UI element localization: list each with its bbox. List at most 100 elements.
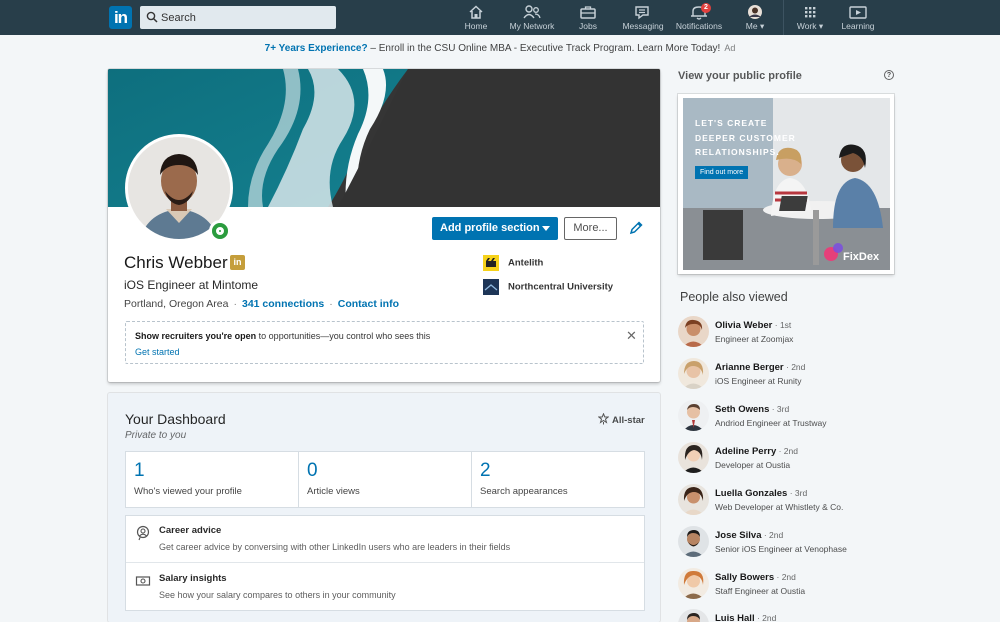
nav-notifications[interactable]: 2 Notifications [673, 3, 725, 32]
stat-value: 0 [307, 460, 318, 481]
nav-label: Me [745, 21, 758, 31]
dashboard-title: Your Dashboard [125, 411, 226, 427]
close-icon[interactable]: ✕ [626, 328, 637, 344]
nav-learning[interactable]: Learning [840, 4, 876, 32]
profile-name: Chris Webber [124, 253, 228, 272]
ad-cta-button[interactable]: Find out more [695, 166, 749, 179]
connection-degree: · 2nd [754, 613, 777, 622]
nav-divider [783, 0, 784, 35]
ad-line: DEEPER CUSTOMER [695, 132, 796, 143]
sponsored-link[interactable]: 7+ Years Experience? [265, 43, 368, 54]
search-box[interactable] [140, 6, 336, 29]
stat-article-views[interactable]: 0 Article views [299, 452, 472, 507]
help-icon[interactable]: ? [884, 70, 894, 80]
nav-label: Notifications [675, 21, 723, 31]
ad-tag: Ad [724, 43, 736, 53]
people-title: Web Developer at Whistlety & Co. [715, 502, 844, 512]
view-public-profile-link[interactable]: View your public profile [678, 70, 802, 82]
dashboard-subtitle: Private to you [125, 430, 187, 441]
people-name: Sally Bowers [715, 572, 775, 583]
contact-info-link[interactable]: Contact info [338, 298, 399, 310]
people-title: Staff Engineer at Oustia [715, 586, 806, 596]
nav-label: Home [464, 21, 488, 31]
nav-work-label: Work ▾ [796, 21, 824, 31]
people-name: Adeline Perry [715, 446, 777, 457]
career-advice-row[interactable]: Career advice Get career advice by conve… [126, 516, 644, 563]
learning-icon [849, 6, 867, 19]
salary-insights-row[interactable]: Salary insights See how your salary comp… [126, 564, 644, 611]
nav-label: Messaging [622, 21, 664, 31]
grid-icon [805, 7, 816, 18]
salary-insights-desc: See how your salary compares to others i… [159, 590, 396, 600]
avatar [678, 568, 709, 599]
more-button[interactable]: More... [564, 217, 617, 240]
people-item[interactable]: Jose Silva · 2nd Senior iOS Engineer at … [678, 526, 908, 562]
ad-headline: LET'S CREATE DEEPER CUSTOMER RELATIONSHIPS… [695, 116, 796, 160]
nav-home[interactable]: Home [462, 4, 490, 32]
ad-line: RELATIONSHIPS. [695, 147, 780, 157]
people-name-line: Olivia Weber · 1st [715, 320, 791, 331]
profile-card: Add profile section More... Chris Webber… [108, 69, 660, 382]
stat-search-appearances[interactable]: 2 Search appearances [472, 452, 644, 507]
linkedin-logo[interactable]: in [109, 6, 132, 29]
dashboard-tools: Career advice Get career advice by conve… [125, 515, 645, 611]
sidebar-ad-image: LET'S CREATE DEEPER CUSTOMER RELATIONSHIPS… [683, 98, 890, 270]
salary-icon [135, 576, 151, 586]
nav-me[interactable]: Me ▾ [742, 4, 768, 32]
connection-degree: · 2nd [774, 572, 796, 582]
stat-value: 1 [134, 460, 145, 481]
career-advice-icon [136, 525, 150, 541]
people-name-line: Luella Gonzales · 3rd [715, 488, 807, 499]
people-item[interactable]: Adeline Perry · 2nd Developer at Oustia [678, 442, 908, 478]
open-box-text: Show recruiters you're open to opportuni… [135, 331, 430, 341]
open-to-work-indicator [209, 220, 231, 242]
nav-me-label: Me ▾ [745, 21, 765, 31]
people-item[interactable]: Sally Bowers · 2nd Staff Engineer at Ous… [678, 568, 908, 604]
top-navigation-bar: in Home My Network Jobs Messaging 2 Noti… [0, 0, 1000, 35]
dashboard-stats: 1 Who's viewed your profile 0 Article vi… [125, 451, 645, 508]
ad-brand-name: FixDex [843, 251, 880, 263]
avatar [678, 400, 709, 431]
people-item[interactable]: Olivia Weber · 1st Engineer at Zoomjax [678, 316, 908, 352]
stat-profile-views[interactable]: 1 Who's viewed your profile [126, 452, 299, 507]
education-item[interactable]: Northcentral University [483, 279, 613, 295]
nav-work[interactable]: Work ▾ [795, 4, 825, 32]
ad-line: LET'S CREATE [695, 118, 768, 128]
connection-degree: · 1st [772, 320, 792, 330]
jobs-icon [580, 6, 596, 19]
antelith-logo [483, 255, 499, 271]
all-star-status[interactable]: All-star [597, 412, 645, 426]
people-name-line: Luis Hall · 2nd [715, 613, 776, 622]
people-name: Arianne Berger [715, 362, 784, 373]
notifications-icon [691, 6, 707, 20]
people-name: Seth Owens [715, 404, 770, 415]
caret-down-icon [542, 226, 550, 231]
people-item[interactable]: Luella Gonzales · 3rd Web Developer at W… [678, 484, 908, 520]
connections-link[interactable]: 341 connections [242, 298, 324, 310]
experience-item[interactable]: Antelith [483, 255, 543, 271]
avatar [678, 442, 709, 473]
avatar [678, 609, 709, 622]
network-icon [523, 5, 541, 19]
people-item[interactable]: Luis Hall · 2nd [678, 609, 908, 622]
nav-my-network[interactable]: My Network [506, 4, 558, 32]
nav-messaging[interactable]: Messaging [620, 4, 666, 32]
people-item[interactable]: Seth Owens · 3rd Andriod Engineer at Tru… [678, 400, 908, 436]
search-input[interactable] [161, 6, 331, 29]
connection-degree: · 3rd [769, 404, 790, 414]
profile-meta: Portland, Oregon Area · 341 connections · Co… [124, 298, 400, 310]
get-started-link[interactable]: Get started [135, 347, 180, 357]
profile-location: Portland, Oregon Area [124, 298, 229, 310]
sponsored-banner: 7+ Years Experience? – Enroll in the CSU… [0, 43, 1000, 54]
home-icon [469, 5, 483, 19]
nav-jobs[interactable]: Jobs [574, 4, 602, 32]
stat-label: Article views [307, 486, 360, 497]
people-item[interactable]: Arianne Berger · 2nd iOS Engineer at Run… [678, 358, 908, 394]
notification-badge: 2 [701, 3, 711, 13]
pencil-icon[interactable] [628, 220, 644, 236]
nav-label: Learning [841, 21, 875, 31]
people-title: iOS Engineer at Runity [715, 376, 802, 386]
add-profile-section-button[interactable]: Add profile section [432, 217, 558, 240]
sidebar-ad[interactable]: LET'S CREATE DEEPER CUSTOMER RELATIONSHIPS… [678, 94, 894, 274]
sponsored-text[interactable]: – Enroll in the CSU Online MBA - Executi… [368, 43, 720, 54]
